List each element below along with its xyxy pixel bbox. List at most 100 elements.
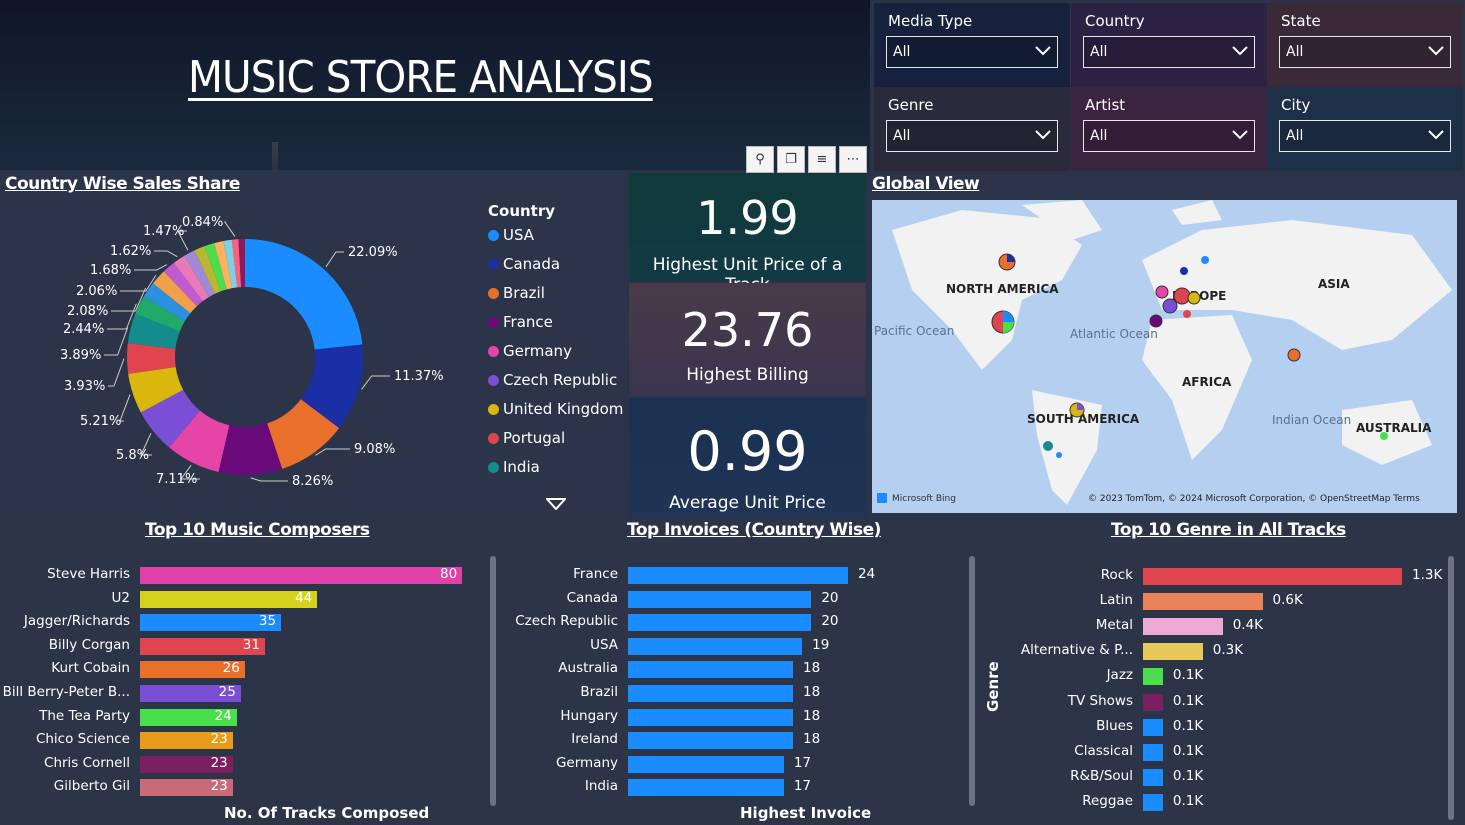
invoices-x-axis-title: Highest Invoice [740,804,872,822]
donut-leader-line [223,221,236,237]
donut-data-label: 1.47% [143,224,184,239]
bar[interactable] [1143,718,1163,736]
bar-category-label: Bill Berry-Peter B... [2,684,130,700]
artist-dropdown[interactable]: All [1083,120,1255,152]
map-bubble-australia[interactable] [1380,432,1388,440]
map-bubble-canada[interactable] [998,253,1016,271]
bar[interactable] [628,637,803,655]
bar[interactable] [1143,668,1163,686]
state-dropdown[interactable]: All [1279,36,1451,68]
map-bubble-italy[interactable] [1183,310,1191,318]
map-bubble-chile[interactable] [1043,441,1053,451]
bar-category-label: The Tea Party [39,707,130,724]
legend-item[interactable]: USA [488,226,534,244]
map-bubble-france[interactable] [1162,298,1178,314]
bar-category-label: Billy Corgan [48,636,130,653]
bar[interactable] [628,755,784,773]
bar-category-label: India [584,778,618,795]
bar[interactable] [140,590,318,608]
copy-icon[interactable]: ❐ [777,146,805,173]
slicer-country: Country All [1071,3,1267,87]
bar-category-label: Canada [566,589,618,606]
bar-category-label: Latin [1099,592,1133,609]
pin-icon[interactable]: ⚲ [746,146,774,173]
chevron-down-icon [1035,130,1051,140]
media-type-dropdown[interactable]: All [886,36,1058,68]
legend-item[interactable]: Germany [488,342,572,360]
map-bubble-uk[interactable] [1155,285,1169,299]
donut-data-label: 22.09% [348,245,398,260]
map-bubble-finland[interactable] [1201,256,1209,264]
legend-item[interactable]: Czech Republic [488,371,617,389]
legend-item[interactable]: India [488,458,540,476]
legend-swatch [488,433,499,444]
bar-category-label: Steve Harris [47,566,130,582]
legend-item[interactable]: Canada [488,255,560,273]
legend-item[interactable]: Brazil [488,284,545,302]
composers-scrollbar[interactable] [490,556,496,806]
map-bubble-germany[interactable] [1173,287,1191,305]
legend-swatch [488,404,499,415]
donut-title: Country Wise Sales Share [5,174,240,194]
dropdown-value: All [893,128,911,144]
bar[interactable] [628,732,793,750]
bar[interactable] [1143,793,1163,811]
bar[interactable] [628,661,793,679]
genre-title: Top 10 Genre in All Tracks [1111,520,1346,540]
bar[interactable] [1143,618,1223,636]
donut-chart[interactable]: 22.09% 11.37% 9.08% 8.26% 7.11% 5.8% 5.21% 3.93… [0,195,480,515]
invoices-scrollbar[interactable] [969,556,975,806]
legend-scroll-down-icon[interactable] [546,498,566,510]
map-bubble-portugal[interactable] [1149,314,1163,328]
composers-x-axis-title: No. Of Tracks Composed [224,804,430,822]
bar-category-label: Metal [1095,617,1133,634]
legend-label: Czech Republic [503,371,618,389]
bar-category-label: Hungary [560,707,618,724]
bar-category-label: TV Shows [1067,692,1133,709]
donut-data-label: 0.84% [182,215,223,230]
legend-item[interactable]: United Kingdom [488,400,623,418]
legend-label: USA [503,226,535,244]
bar-value-label: 20 [821,589,839,606]
bar-value-label: 18 [803,684,821,700]
genre-dropdown[interactable]: All [886,120,1058,152]
bar[interactable] [628,779,784,797]
map-bubble-czech[interactable] [1187,291,1201,305]
map-bubble-usa[interactable] [991,310,1015,334]
bar-category-label: U2 [111,589,130,606]
bar[interactable] [1143,693,1163,711]
bar-category-label: Rock [1100,567,1133,583]
bar[interactable] [1143,743,1163,761]
map-bubble-brazil[interactable] [1069,402,1085,418]
bar[interactable] [1143,568,1402,585]
bar-value-label: 0.4K [1232,617,1264,634]
country-dropdown[interactable]: All [1083,36,1255,68]
legend-item[interactable]: France [488,313,553,331]
donut-leader-line [250,477,288,482]
legend-label: Portugal [503,429,566,447]
bar[interactable] [628,708,793,726]
filter-icon[interactable]: ≡ [808,146,836,173]
map-bubble-india[interactable] [1287,348,1301,362]
bar-category-label: Reggae [1082,792,1133,809]
genre-scrollbar[interactable] [1448,556,1454,820]
legend-item[interactable]: Portugal [488,429,565,447]
bar[interactable] [628,685,793,702]
donut-slice[interactable] [245,239,363,350]
world-map[interactable]: NORTH AMERICA EUROPE ASIA AFRICA SOUTH A… [872,200,1457,513]
bar[interactable] [628,614,812,632]
bar[interactable] [1143,768,1163,786]
bar[interactable] [1143,643,1203,661]
map-bubble-argentina[interactable] [1056,452,1062,458]
city-dropdown[interactable]: All [1279,120,1451,152]
more-options-icon[interactable]: ⋯ [839,146,867,173]
bar[interactable] [628,590,812,608]
bar[interactable] [1143,593,1263,611]
bar-category-label: Kurt Cobain [51,660,130,677]
bar[interactable] [628,567,848,584]
map-label-north-america: NORTH AMERICA [946,282,1059,296]
legend-swatch [488,346,499,357]
bar-value-label: 0.1K [1172,717,1204,734]
map-bubble-norway[interactable] [1180,267,1188,275]
bar[interactable] [140,567,462,584]
